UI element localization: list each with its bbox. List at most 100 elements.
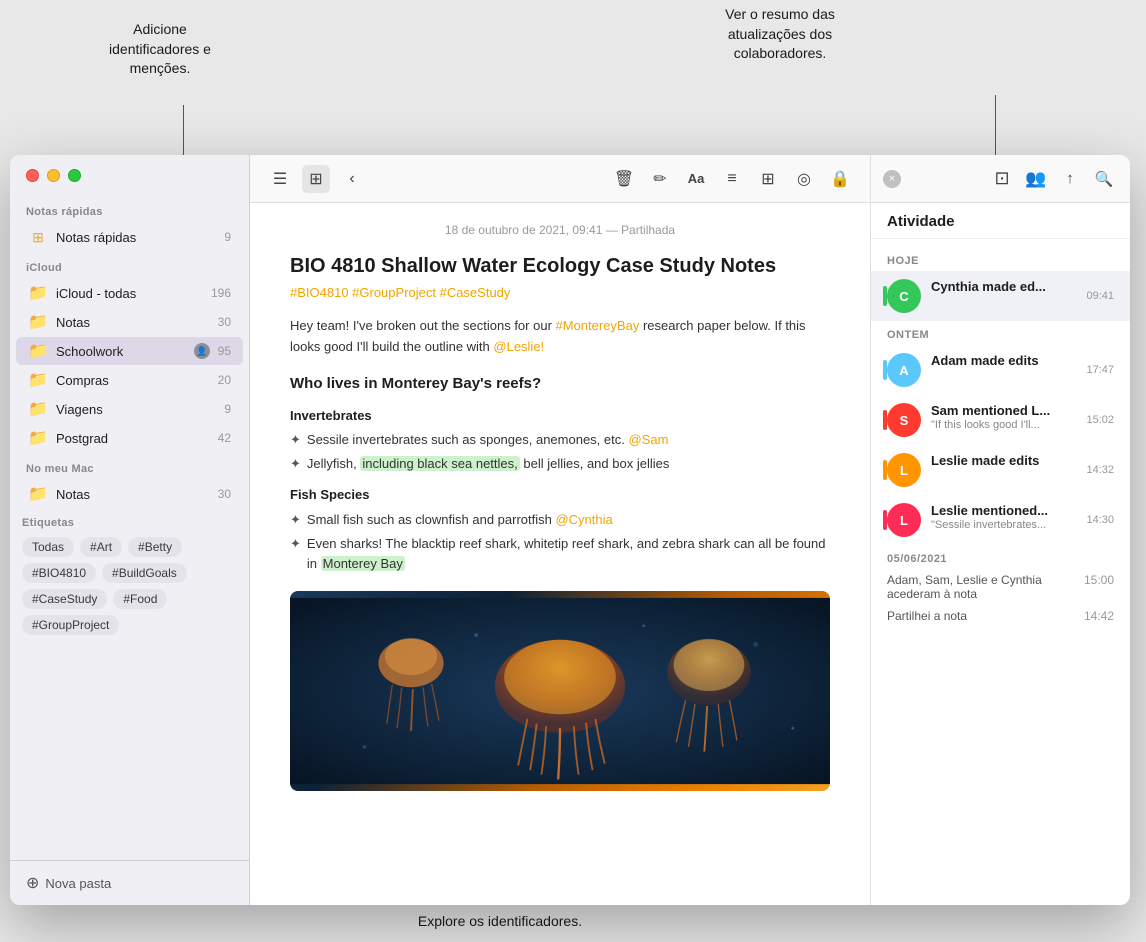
section-label-quick-notes: Notas rápidas <box>10 196 249 222</box>
sidebar-item-notas-mac[interactable]: 📁 Notas 30 <box>16 480 243 508</box>
notas-mac-badge: 30 <box>218 487 231 501</box>
maximize-button[interactable] <box>68 169 81 182</box>
annotation-top-right: Ver o resumo dasatualizações doscolabora… <box>650 5 910 64</box>
search-activity-button[interactable]: 🔍 <box>1090 165 1118 193</box>
tag-groupproject[interactable]: #GroupProject <box>22 615 119 635</box>
mention-cynthia: @Cynthia <box>555 512 612 527</box>
notas-label: Notas <box>56 315 214 330</box>
activity-content: HOJE C Cynthia made ed... 09:41 ONTEM A <box>871 239 1130 905</box>
table-button[interactable]: ⊞ <box>754 165 782 193</box>
avatar-sam: S <box>887 403 921 437</box>
sam-time: 15:02 <box>1086 414 1114 426</box>
notas-badge: 30 <box>218 315 231 329</box>
tag-betty[interactable]: #Betty <box>128 537 182 557</box>
note-area[interactable]: 18 de outubro de 2021, 09:41 — Partilhad… <box>250 203 870 905</box>
annotation-top-left: Adicioneidentificadores emenções. <box>60 20 260 79</box>
annotation-line-right <box>995 95 996 160</box>
activity-simple-shared: Partilhei a nota 14:42 <box>871 605 1130 627</box>
quick-notes-label: Notas rápidas <box>56 230 220 245</box>
sidebar: Notas rápidas ⊞ Notas rápidas 9 iCloud 📁… <box>10 155 250 905</box>
folder-icon-postgrad: 📁 <box>28 428 48 448</box>
activity-close-button[interactable]: × <box>883 170 901 188</box>
subheading-invertebrates: Invertebrates <box>290 406 830 427</box>
group-access-time: 15:00 <box>1084 573 1114 601</box>
section-heading-who-lives: Who lives in Monterey Bay's reefs? <box>290 372 830 396</box>
compras-label: Compras <box>56 373 214 388</box>
shared-time: 14:42 <box>1084 609 1114 623</box>
list-view-button[interactable]: ☰ <box>266 165 294 193</box>
folder-icon-notas-mac: 📁 <box>28 484 48 504</box>
collaborators-button[interactable]: 👥 <box>1022 165 1050 193</box>
highlight-jellyfish: including black sea nettles, <box>360 456 519 471</box>
edit-button[interactable]: ✏ <box>646 165 674 193</box>
sidebar-footer: ⊕ Nova pasta <box>10 860 249 905</box>
tag-art[interactable]: #Art <box>80 537 122 557</box>
group-access-text: Adam, Sam, Leslie e Cynthia acederam à n… <box>887 573 1084 601</box>
activity-item-adam[interactable]: A Adam made edits 17:47 <box>871 345 1130 395</box>
folder-icon-compras: 📁 <box>28 370 48 390</box>
media-button[interactable]: ◎ <box>790 165 818 193</box>
sidebar-item-icloud-all[interactable]: 📁 iCloud - todas 196 <box>16 279 243 307</box>
gallery-view-button[interactable]: ⊡ <box>988 165 1016 193</box>
format-list-button[interactable]: ≡ <box>718 165 746 193</box>
bullet-fish-1: ✦ Small fish such as clownfish and parro… <box>290 510 830 531</box>
lock-button[interactable]: 🔒 <box>826 165 854 193</box>
tags-grid: Todas #Art #Betty #BIO4810 #BuildGoals #… <box>22 537 237 635</box>
subheading-fish: Fish Species <box>290 485 830 506</box>
activity-toolbar-icons: ⊡ 👥 ↑ 🔍 <box>988 165 1118 193</box>
icloud-all-label: iCloud - todas <box>56 286 207 301</box>
indicator-leslie-edit <box>883 460 887 480</box>
close-button[interactable] <box>26 169 39 182</box>
mention-leslie: @Leslie! <box>493 339 544 354</box>
tags-section: Etiquetas Todas #Art #Betty #BIO4810 #Bu… <box>10 509 249 643</box>
tag-food[interactable]: #Food <box>113 589 167 609</box>
sidebar-item-compras[interactable]: 📁 Compras 20 <box>16 366 243 394</box>
yesterday-label: ONTEM <box>871 321 1130 345</box>
highlight-monterey-bay: Monterey Bay <box>321 556 405 571</box>
avatar-leslie-edit: L <box>887 453 921 487</box>
note-intro: Hey team! I've broken out the sections f… <box>290 316 830 358</box>
activity-simple-group: Adam, Sam, Leslie e Cynthia acederam à n… <box>871 569 1130 605</box>
activity-title: Atividade <box>871 203 1130 239</box>
sidebar-item-notas[interactable]: 📁 Notas 30 <box>16 308 243 336</box>
back-button[interactable]: ‹ <box>338 165 366 193</box>
share-button[interactable]: ↑ <box>1056 165 1084 193</box>
sidebar-item-schoolwork[interactable]: 📁 Schoolwork 👤 95 <box>16 337 243 365</box>
activity-panel: × ⊡ 👥 ↑ 🔍 Atividade HOJE C Cynthia made … <box>870 155 1130 905</box>
bullet-star-3: ✦ <box>290 510 301 531</box>
jellyfish-svg <box>290 591 830 791</box>
tag-bio4810[interactable]: #BIO4810 <box>22 563 96 583</box>
note-title: BIO 4810 Shallow Water Ecology Case Stud… <box>290 253 830 279</box>
minimize-button[interactable] <box>47 169 60 182</box>
grid-view-button[interactable]: ⊞ <box>302 165 330 193</box>
notas-mac-label: Notas <box>56 487 214 502</box>
sidebar-item-postgrad[interactable]: 📁 Postgrad 42 <box>16 424 243 452</box>
delete-button[interactable]: 🗑 <box>610 165 638 193</box>
icloud-all-badge: 196 <box>211 286 231 300</box>
activity-content-cynthia: Cynthia made ed... <box>931 279 1076 294</box>
cynthia-time: 09:41 <box>1086 290 1114 302</box>
folder-icon-viagens: 📁 <box>28 399 48 419</box>
shared-text: Partilhei a nota <box>887 609 967 623</box>
plus-icon: ⊕ <box>26 873 39 893</box>
folder-icon-notas: 📁 <box>28 312 48 332</box>
bullet-fish-2: ✦ Even sharks! The blacktip reef shark, … <box>290 534 830 576</box>
sidebar-item-viagens[interactable]: 📁 Viagens 9 <box>16 395 243 423</box>
tag-casestudy[interactable]: #CaseStudy <box>22 589 107 609</box>
new-folder-button[interactable]: ⊕ Nova pasta <box>26 873 111 893</box>
activity-item-leslie-edit[interactable]: L Leslie made edits 14:32 <box>871 445 1130 495</box>
sidebar-item-quick-notes[interactable]: ⊞ Notas rápidas 9 <box>16 223 243 251</box>
bullet-text-1: Sessile invertebrates such as sponges, a… <box>307 430 669 451</box>
activity-item-leslie-mention[interactable]: L Leslie mentioned... "Sessile invertebr… <box>871 495 1130 545</box>
viagens-badge: 9 <box>224 402 231 416</box>
activity-item-sam[interactable]: S Sam mentioned L... "If this looks good… <box>871 395 1130 445</box>
today-label: HOJE <box>871 247 1130 271</box>
activity-item-cynthia[interactable]: C Cynthia made ed... 09:41 <box>871 271 1130 321</box>
indicator-leslie-mention <box>883 510 887 530</box>
tag-buildgoals[interactable]: #BuildGoals <box>102 563 187 583</box>
tag-todas[interactable]: Todas <box>22 537 74 557</box>
font-button[interactable]: Aa <box>682 165 710 193</box>
postgrad-label: Postgrad <box>56 431 214 446</box>
bullet-invertebrates-1: ✦ Sessile invertebrates such as sponges,… <box>290 430 830 451</box>
schoolwork-label: Schoolwork <box>56 344 194 359</box>
